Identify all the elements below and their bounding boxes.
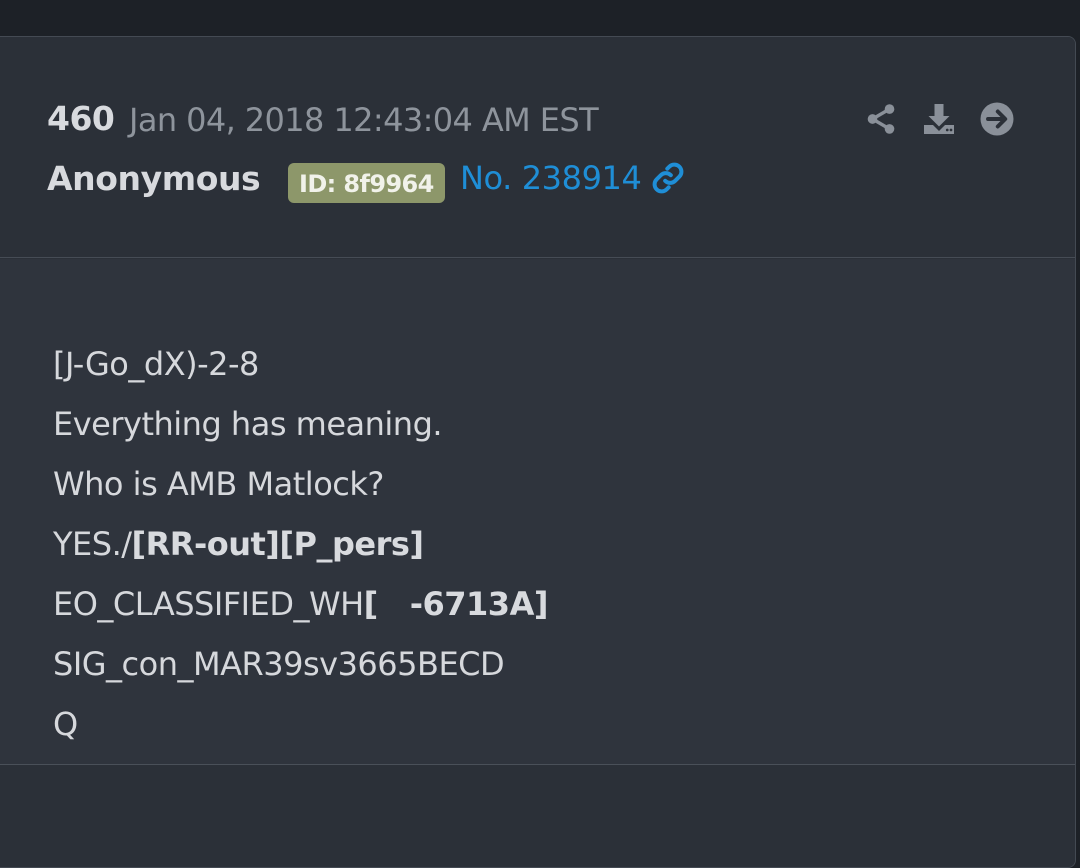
post-timestamp: Jan 04, 2018 12:43:04 AM EST bbox=[129, 101, 599, 139]
message-line: Everything has meaning. bbox=[53, 405, 443, 443]
message-text: EO_CLASSIFIED_WH bbox=[53, 585, 364, 623]
author-name: Anonymous bbox=[47, 159, 261, 198]
message-line: SIG_con_MAR39sv3665BECD bbox=[53, 645, 505, 683]
post-header: 460 Jan 04, 2018 12:43:04 AM EST Anonymo… bbox=[0, 37, 1075, 258]
arrow-right-circle-icon bbox=[980, 102, 1014, 136]
message-line: [J-Go_dX)-2-8 bbox=[53, 345, 259, 383]
post-card: 460 Jan 04, 2018 12:43:04 AM EST Anonymo… bbox=[0, 36, 1076, 868]
download-button[interactable] bbox=[921, 101, 957, 137]
message-line: Who is AMB Matlock? bbox=[53, 465, 384, 503]
post-footer bbox=[0, 765, 1075, 867]
message-text: YES./ bbox=[53, 525, 132, 563]
post-body: [J-Go_dX)-2-8 Everything has meaning. Wh… bbox=[0, 259, 1075, 765]
message-line: EO_CLASSIFIED_WH[ -6713A] bbox=[53, 585, 548, 623]
message-bold-text: [ -6713A] bbox=[363, 585, 549, 623]
message-bold-text: [RR-out][P_pers] bbox=[131, 525, 425, 563]
link-icon bbox=[653, 162, 684, 194]
poster-id-badge: ID: 8f9964 bbox=[288, 163, 445, 203]
post-actions bbox=[863, 101, 1015, 137]
post-number-link-label: No. 238914 bbox=[460, 159, 642, 197]
share-icon bbox=[867, 104, 895, 134]
next-post-button[interactable] bbox=[979, 101, 1015, 137]
post-number-link[interactable]: No. 238914 bbox=[460, 159, 685, 197]
download-icon bbox=[924, 104, 954, 134]
post-number: 460 bbox=[47, 99, 115, 138]
message-line: Q bbox=[53, 705, 78, 743]
share-button[interactable] bbox=[863, 101, 899, 137]
message-line: YES./[RR-out][P_pers] bbox=[53, 525, 424, 563]
